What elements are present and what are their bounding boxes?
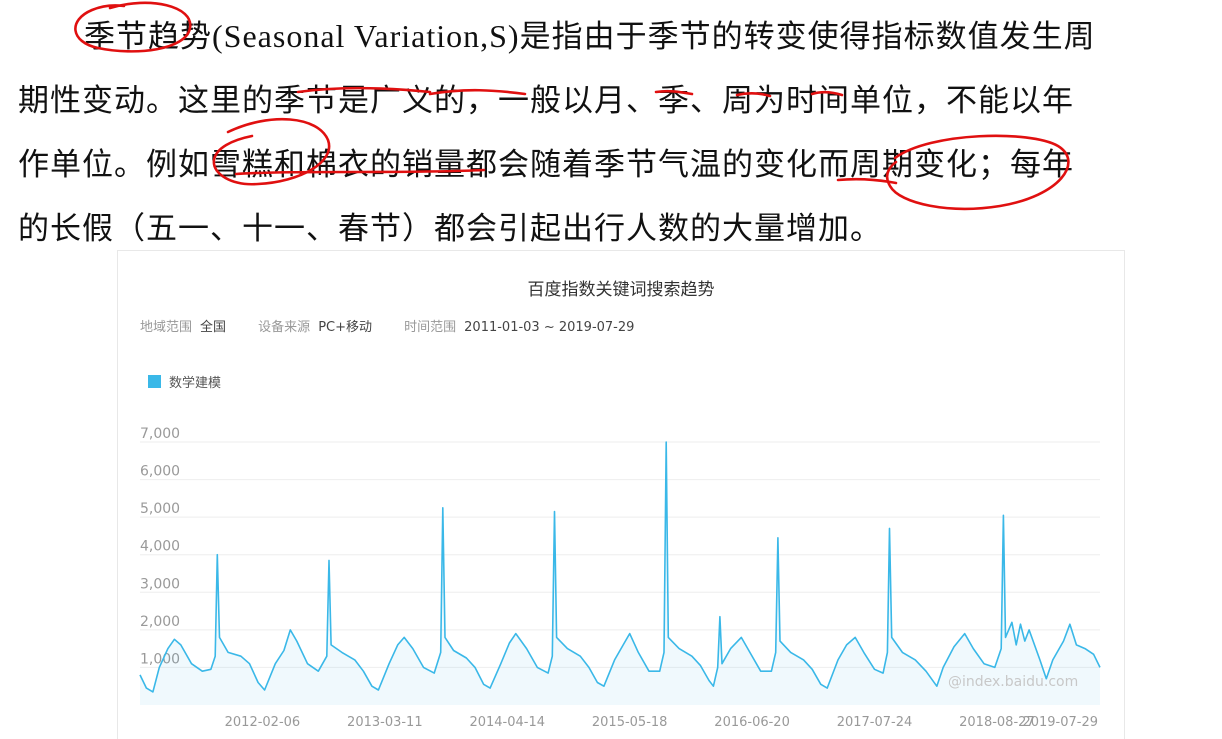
- y-tick-label: 4,000: [140, 539, 180, 555]
- seasonal-variation-paragraph: 季节趋势(Seasonal Variation,S)是指由于季节的转变使得指标数…: [18, 4, 1208, 261]
- meta-region-value: 全国: [200, 320, 227, 335]
- y-tick-label: 3,000: [140, 576, 180, 592]
- paragraph-line-2: 期性变动。这里的季节是广义的，一般以月、季、周为时间单位，不能以年: [18, 83, 1074, 119]
- meta-time-value: 2011-01-03 ~ 2019-07-29: [464, 320, 635, 335]
- meta-time-key: 时间范围: [404, 320, 457, 335]
- x-tick-label: 2016-06-20: [714, 715, 790, 730]
- x-tick-label: 2019-07-29: [1022, 715, 1098, 730]
- chart-meta-row: 地域范围 全国 设备来源 PC+移动 时间范围 2011-01-03 ~ 2019-0…: [140, 316, 662, 335]
- paragraph-line-3: 作单位。例如雪糕和棉衣的销量都会随着季节气温的变化而周期变化；每年: [18, 147, 1074, 183]
- x-tick-label: 2014-04-14: [469, 715, 545, 730]
- legend-swatch: [148, 375, 161, 388]
- baidu-index-chart-card: 1,000 2,000 3,000 4,000 5,000 6,000 7,000 2012-…: [117, 250, 1125, 739]
- watermark: @index.baidu.com: [948, 674, 1079, 690]
- chart-title: 百度指数关键词搜索趋势: [527, 280, 715, 300]
- legend-label: 数学建模: [169, 376, 222, 391]
- term-english: (Seasonal Variation,S): [212, 18, 520, 54]
- meta-device-value: PC+移动: [318, 320, 372, 335]
- term-seasonal-trend: 季节趋势: [84, 19, 212, 55]
- y-tick-label: 6,000: [140, 464, 180, 480]
- series-area: [140, 442, 1100, 705]
- meta-device-key: 设备来源: [258, 320, 311, 335]
- chart-legend[interactable]: 数学建模: [148, 372, 221, 391]
- paragraph-line-1: 季节趋势(Seasonal Variation,S)是指由于季节的转变使得指标数…: [18, 4, 1208, 69]
- meta-region-key: 地域范围: [140, 320, 193, 335]
- y-tick-label: 2,000: [140, 614, 180, 630]
- x-tick-label: 2013-03-11: [347, 715, 423, 730]
- line-1-rest: 是指由于季节的转变使得指标数值发生周: [519, 19, 1096, 55]
- y-tick-label: 5,000: [140, 501, 180, 517]
- x-tick-label: 2017-07-24: [837, 715, 913, 730]
- x-tick-label: 2015-05-18: [592, 715, 668, 730]
- x-tick-label: 2012-02-06: [225, 715, 301, 730]
- y-tick-label: 7,000: [140, 426, 180, 442]
